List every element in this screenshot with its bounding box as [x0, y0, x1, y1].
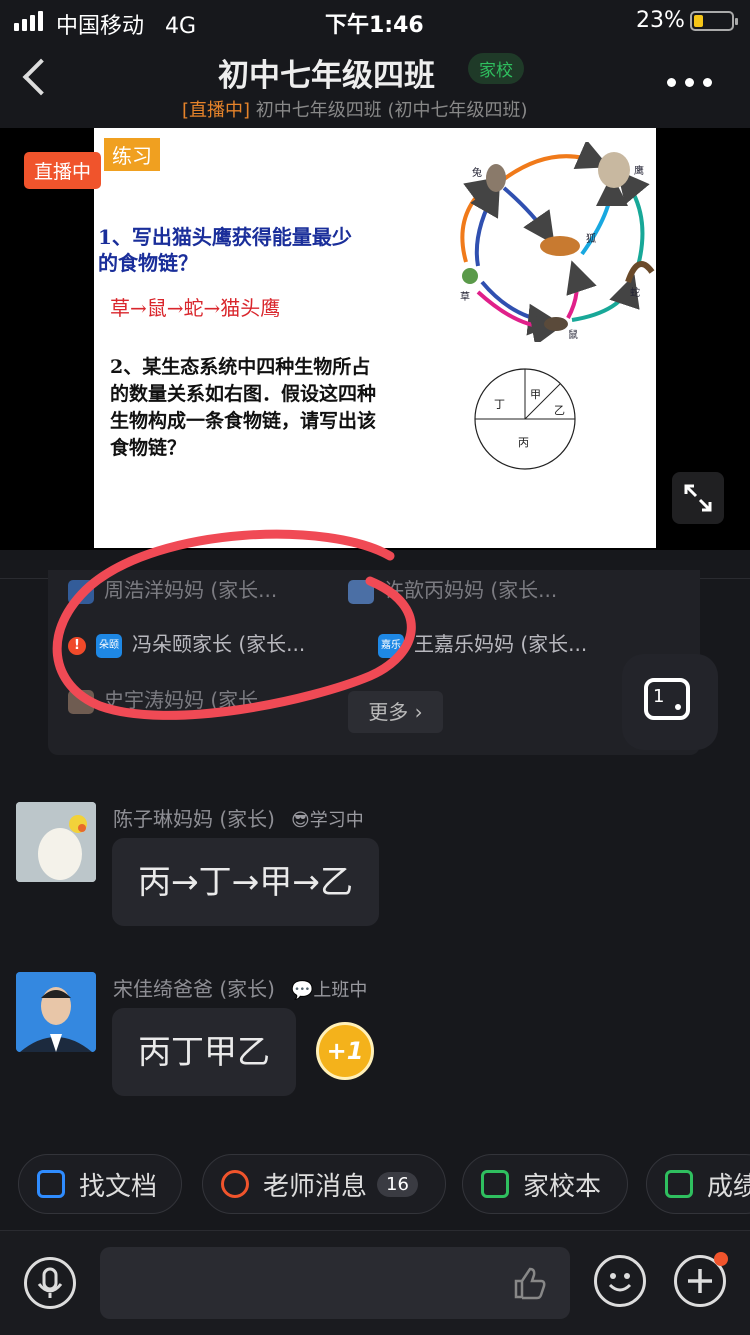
label-rabbit: 兔 — [472, 166, 482, 179]
signal-icon — [14, 11, 43, 31]
live-subtitle-text: 初中七年级四班 (初中七年级四班) — [255, 100, 528, 121]
work-status: 💬上班中 — [290, 980, 368, 1001]
label-mouse: 鼠 — [568, 328, 578, 341]
live-video[interactable]: 练习 1、写出猫头鹰获得能量最少的食物链？ 草→鼠→蛇→猫头鹰 2、某生态系统中… — [0, 128, 750, 550]
clock: 下午1:46 — [325, 13, 424, 38]
live-subtitle[interactable]: [直播中] 初中七年级四班 (初中七年级四班) — [182, 96, 528, 122]
fullscreen-icon[interactable] — [672, 472, 724, 524]
learning-status: 😎学习中 — [290, 810, 364, 831]
back-icon[interactable] — [22, 58, 60, 96]
sender-name: 宋佳绮爸爸 (家长) — [113, 977, 275, 1001]
group-tag: 家校 — [468, 53, 524, 84]
message-bubble[interactable]: 丙丁甲乙 — [112, 1008, 296, 1096]
rabbit-icon — [486, 164, 506, 192]
input-bar — [0, 1230, 750, 1335]
food-web-diagram: 兔 鹰 狐 草 蛇 鼠 — [460, 142, 655, 342]
slide-heading: 练习 — [104, 138, 160, 171]
fox-icon — [540, 236, 580, 256]
label-grass: 草 — [460, 291, 470, 303]
plus-one-reaction[interactable]: +1 — [316, 1022, 374, 1080]
viewer-list-section: 周浩洋妈妈 (家长... 许歆丙妈妈 (家长... ! 朵颐 冯朵颐家长 (家长..… — [0, 529, 750, 770]
carrier-info: 中国移动 4G — [56, 8, 196, 40]
score-icon — [665, 1170, 693, 1198]
message-input[interactable] — [100, 1247, 570, 1319]
status-bar: 中国移动 4G 下午1:46 23% — [0, 0, 750, 44]
battery-icon — [690, 11, 738, 31]
pie-label-yi: 乙 — [554, 404, 565, 417]
sender-name: 陈子琳妈妈 (家长) — [113, 807, 275, 831]
home-school-book-chip[interactable]: 家校本 — [462, 1154, 628, 1214]
population-pie-chart: 丁 甲 乙 丙 — [474, 368, 576, 470]
notebook-icon — [481, 1170, 509, 1198]
more-menu-icon[interactable] — [667, 78, 712, 87]
slide-question-2: 2、某生态系统中四种生物所占的数量关系如右图．假设这四种生物构成一条食物链，请写… — [110, 356, 377, 459]
pie-label-jia: 甲 — [530, 388, 541, 401]
presentation-slide: 练习 1、写出猫头鹰获得能量最少的食物链？ 草→鼠→蛇→猫头鹰 2、某生态系统中… — [94, 128, 656, 548]
chip-label: 老师消息 — [263, 1171, 368, 1202]
message-sender: 宋佳绮爸爸 (家长) 💬上班中 — [113, 973, 367, 1002]
chip-label: 找文档 — [79, 1171, 158, 1202]
avatar[interactable] — [16, 802, 96, 882]
battery-percent: 23% — [636, 8, 685, 33]
microphone-icon[interactable] — [24, 1257, 76, 1309]
teacher-message-chip[interactable]: 老师消息 16 — [202, 1154, 446, 1214]
snake-icon — [625, 261, 655, 284]
emoji-icon[interactable] — [594, 1255, 646, 1307]
thumbs-up-icon[interactable] — [508, 1263, 548, 1303]
live-prefix: [直播中] — [182, 100, 251, 121]
floating-button-label: 1 — [653, 686, 665, 707]
score-chip[interactable]: 成绩 — [646, 1154, 750, 1214]
eagle-icon — [598, 152, 630, 188]
chip-label: 成绩 — [707, 1171, 750, 1202]
doc-search-icon — [37, 1170, 65, 1198]
find-document-chip[interactable]: 找文档 — [18, 1154, 182, 1214]
notification-dot — [714, 1252, 728, 1266]
teacher-icon — [221, 1170, 249, 1198]
mouse-icon — [544, 317, 568, 331]
live-badge: 直播中 — [24, 152, 102, 189]
status-text: 学习中 — [309, 810, 364, 831]
pie-label-ding: 丁 — [494, 398, 505, 411]
group-title: 初中七年级四班 — [218, 58, 435, 94]
slide-question-1: 1、写出猫头鹰获得能量最少的食物链？ — [98, 225, 352, 275]
avatar[interactable] — [16, 972, 96, 1052]
status-text: 上班中 — [313, 980, 368, 1001]
grass-icon — [462, 268, 478, 284]
label-snake: 蛇 — [630, 286, 640, 299]
pie-label-bing: 丙 — [518, 436, 529, 449]
chip-label: 家校本 — [523, 1171, 602, 1202]
carrier-name: 中国移动 — [56, 14, 145, 39]
message-sender: 陈子琳妈妈 (家长) 😎学习中 — [113, 803, 364, 832]
slide-answer: 草→鼠→蛇→猫头鹰 — [110, 296, 281, 320]
label-fox: 狐 — [586, 232, 596, 245]
network-type: 4G — [165, 14, 197, 39]
chat-header: 初中七年级四班 家校 [直播中] 初中七年级四班 (初中七年级四班) — [0, 44, 750, 128]
label-eagle: 鹰 — [634, 164, 644, 177]
annotation-circle — [52, 529, 416, 720]
message-bubble[interactable]: 丙→丁→甲→乙 — [112, 838, 379, 926]
floating-app-button[interactable]: 1 — [622, 654, 718, 750]
unread-count-badge: 16 — [377, 1171, 418, 1197]
